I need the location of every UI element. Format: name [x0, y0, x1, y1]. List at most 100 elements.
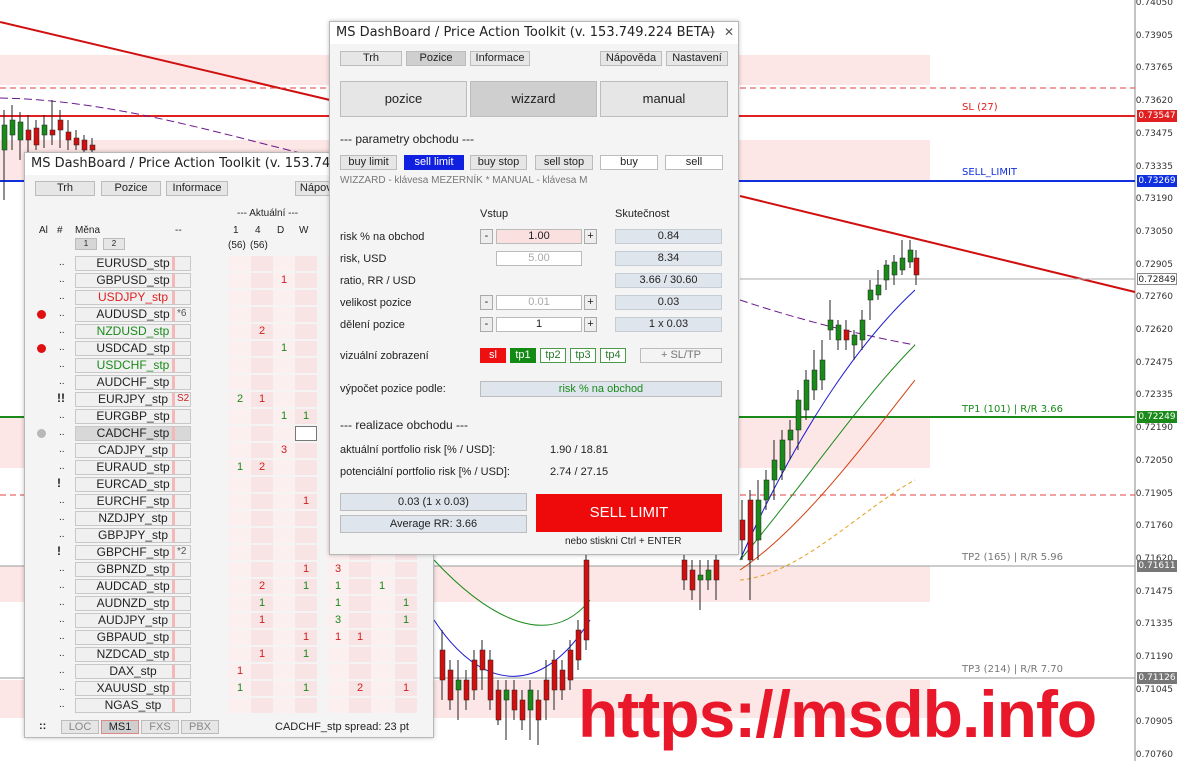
signal-cell[interactable]	[273, 477, 295, 492]
symbol-row[interactable]: .. GBPAUD_stp 1 1 1	[25, 629, 433, 646]
tab-informace[interactable]: Informace	[166, 181, 228, 196]
grip-icon[interactable]: ::	[39, 720, 46, 732]
signal-cell[interactable]: 1	[327, 596, 349, 611]
signal-cell[interactable]: 1	[295, 579, 317, 594]
signal-cell[interactable]	[229, 443, 251, 458]
signal-cell[interactable]	[273, 426, 295, 441]
signal-cell[interactable]	[251, 664, 273, 679]
signal-cell[interactable]	[273, 681, 295, 696]
signal-cell[interactable]	[395, 562, 417, 577]
tp2-toggle[interactable]: tp2	[540, 348, 566, 363]
signal-cell[interactable]: 1	[395, 613, 417, 628]
sell-button[interactable]: sell	[665, 155, 723, 170]
signal-cell[interactable]	[371, 630, 393, 645]
signal-cell[interactable]	[273, 358, 295, 373]
signal-cell[interactable]	[295, 596, 317, 611]
signal-cell[interactable]: 1	[273, 409, 295, 424]
signal-cell[interactable]	[229, 528, 251, 543]
signal-cell[interactable]	[273, 256, 295, 271]
signal-cell[interactable]	[395, 647, 417, 662]
signal-cell[interactable]	[251, 681, 273, 696]
buy-limit-button[interactable]: buy limit	[340, 155, 397, 170]
signal-cell[interactable]: 1	[251, 392, 273, 407]
signal-cell[interactable]: 1	[395, 596, 417, 611]
signal-cell[interactable]	[273, 630, 295, 645]
signal-cell[interactable]	[273, 562, 295, 577]
signal-cell[interactable]: 1	[229, 681, 251, 696]
signal-cell[interactable]	[295, 324, 317, 339]
position-size-plus[interactable]: +	[584, 295, 597, 310]
signal-cell[interactable]	[273, 664, 295, 679]
position-split-input[interactable]: 1	[496, 317, 582, 332]
signal-cell[interactable]	[229, 273, 251, 288]
signal-cell[interactable]	[349, 698, 371, 713]
signal-cell[interactable]	[295, 545, 317, 560]
signal-cell[interactable]	[229, 477, 251, 492]
signal-cell[interactable]: 1	[327, 579, 349, 594]
signal-cell[interactable]: 1	[229, 460, 251, 475]
signal-cell[interactable]: 1	[251, 613, 273, 628]
signal-cell[interactable]	[371, 647, 393, 662]
mode-pozice-button[interactable]: pozice	[340, 81, 467, 117]
tab-informace[interactable]: Informace	[470, 51, 530, 66]
signal-cell[interactable]: 1	[327, 630, 349, 645]
signal-cell[interactable]: 1	[395, 681, 417, 696]
symbol-row[interactable]: .. AUDJPY_stp 1 3 1	[25, 612, 433, 629]
signal-cell[interactable]	[371, 562, 393, 577]
signal-cell[interactable]	[251, 698, 273, 713]
calc-method-select[interactable]: risk % na obchod	[480, 381, 722, 397]
signal-cell[interactable]	[251, 409, 273, 424]
signal-cell[interactable]	[251, 307, 273, 322]
signal-cell[interactable]: 2	[251, 579, 273, 594]
signal-cell[interactable]	[229, 426, 251, 441]
signal-cell[interactable]	[251, 477, 273, 492]
tp4-toggle[interactable]: tp4	[600, 348, 626, 363]
signal-cell[interactable]	[327, 698, 349, 713]
position-size-minus[interactable]: -	[480, 295, 493, 310]
tab-pozice[interactable]: Pozice	[406, 51, 466, 66]
signal-cell[interactable]	[273, 579, 295, 594]
signal-cell[interactable]	[251, 256, 273, 271]
signal-cell[interactable]	[295, 392, 317, 407]
signal-cell[interactable]: 3	[327, 613, 349, 628]
signal-cell[interactable]	[229, 256, 251, 271]
risk-percent-input[interactable]: 1.00	[496, 229, 582, 244]
settings-button[interactable]: Nastavení	[666, 51, 728, 66]
signal-cell[interactable]	[229, 579, 251, 594]
symbol-row[interactable]: .. NZDCAD_stp 1 1	[25, 646, 433, 663]
risk-usd-input[interactable]: 5.00	[496, 251, 582, 266]
signal-cell[interactable]: 1	[295, 409, 317, 424]
signal-cell[interactable]	[273, 307, 295, 322]
mode-manual-button[interactable]: manual	[600, 81, 728, 117]
tp1-toggle[interactable]: tp1	[510, 348, 536, 363]
tp3-toggle[interactable]: tp3	[570, 348, 596, 363]
signal-cell[interactable]	[229, 341, 251, 356]
symbol-row[interactable]: .. XAUUSD_stp 1 1 2 1	[25, 680, 433, 697]
alert-dot-icon[interactable]	[37, 429, 46, 438]
signal-cell[interactable]	[251, 273, 273, 288]
signal-cell[interactable]	[229, 596, 251, 611]
signal-cell[interactable]	[229, 358, 251, 373]
signal-cell[interactable]	[295, 256, 317, 271]
tab-pbx[interactable]: PBX	[181, 720, 219, 734]
page-1-button[interactable]: 1	[75, 238, 97, 250]
symbol-row[interactable]: .. GBPNZD_stp 1 3	[25, 561, 433, 578]
signal-cell[interactable]	[229, 511, 251, 526]
signal-cell[interactable]	[273, 613, 295, 628]
signal-cell[interactable]	[251, 528, 273, 543]
signal-cell[interactable]: 2	[349, 681, 371, 696]
sell-limit-button[interactable]: sell limit	[404, 155, 464, 170]
signal-cell[interactable]	[229, 307, 251, 322]
signal-cell[interactable]	[395, 579, 417, 594]
signal-cell[interactable]: 3	[327, 562, 349, 577]
alert-dot-icon[interactable]	[37, 344, 46, 353]
signal-cell[interactable]	[229, 630, 251, 645]
signal-cell[interactable]	[273, 324, 295, 339]
signal-cell[interactable]	[251, 426, 273, 441]
signal-cell[interactable]	[371, 681, 393, 696]
minimize-icon[interactable]: —	[704, 26, 715, 38]
window-title[interactable]: MS DashBoard / Price Action Toolkit (v. …	[330, 22, 738, 44]
symbol-row[interactable]: .. DAX_stp 1	[25, 663, 433, 680]
tab-ms1[interactable]: MS1	[101, 720, 139, 734]
signal-cell[interactable]	[371, 664, 393, 679]
